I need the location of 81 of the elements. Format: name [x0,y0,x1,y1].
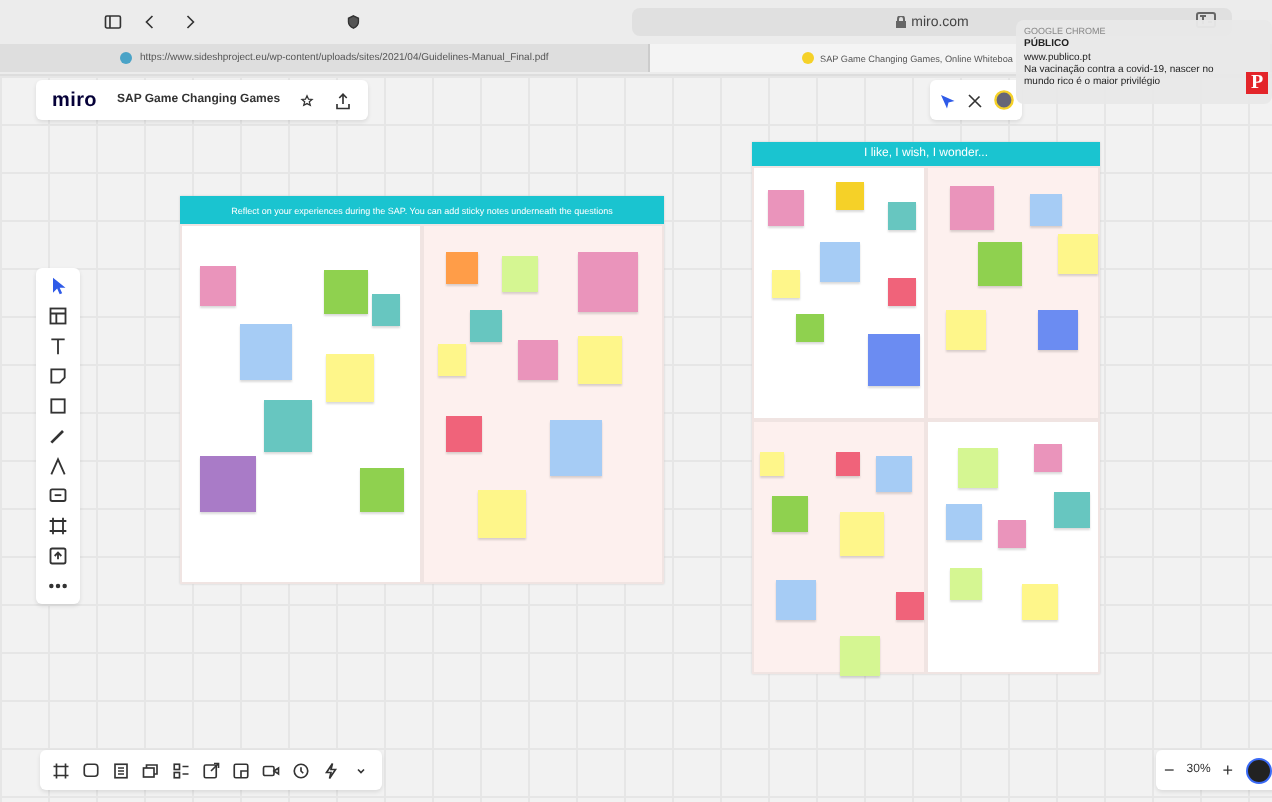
sticky-note[interactable] [772,270,800,298]
shape-icon[interactable] [48,456,68,476]
sticky-note[interactable] [446,252,478,284]
sticky-note[interactable] [200,266,236,306]
sticky-note[interactable] [1022,584,1058,620]
sticky-note[interactable] [776,580,816,620]
share-icon[interactable] [202,761,220,779]
video-icon[interactable] [262,761,280,779]
sticky-note[interactable] [998,520,1026,548]
upload-icon[interactable] [48,546,68,566]
sticky-note[interactable] [438,344,466,376]
sticky-note-icon[interactable] [48,366,68,386]
miro-logo[interactable]: miro [52,89,97,111]
avatar-icon[interactable] [994,90,1014,110]
template-icon[interactable] [48,306,68,326]
sticky-note[interactable] [478,490,526,538]
star-icon[interactable] [300,93,315,107]
sticky-note[interactable] [836,452,860,476]
sticky-note[interactable] [946,310,986,350]
cursor-icon[interactable] [48,276,68,296]
sticky-note[interactable] [950,186,994,230]
sticky-note[interactable] [888,202,916,230]
sticky-note[interactable] [796,314,824,342]
sticky-note[interactable] [820,242,860,282]
sticky-note[interactable] [578,252,638,312]
sticky-note[interactable] [240,324,292,380]
sticky-note[interactable] [518,340,558,380]
sticky-note[interactable] [470,310,502,342]
sticky-note[interactable] [836,182,864,210]
comment-icon[interactable] [48,486,68,506]
shield-icon[interactable] [345,12,360,32]
sticky-note[interactable] [1030,194,1062,226]
sticky-note[interactable] [768,190,804,226]
grid-icon[interactable] [172,761,190,779]
sticky-note[interactable] [1038,310,1078,350]
sticky-note[interactable] [326,354,374,402]
timer-icon[interactable] [292,761,310,779]
document-icon[interactable] [112,761,130,779]
frame-icon[interactable] [52,761,70,779]
lightning-icon[interactable] [322,761,340,779]
sticky-note[interactable] [876,456,912,492]
sticky-note[interactable] [760,452,784,476]
sticky-note[interactable] [772,496,808,532]
sticky-note[interactable] [360,468,404,512]
cards-icon[interactable] [142,761,160,779]
text-icon[interactable] [48,336,68,356]
zoom-in-button[interactable]: + [1222,760,1234,780]
publisher-logo: P [1246,72,1268,94]
sticky-note[interactable] [1034,444,1062,472]
globe-favicon-icon [120,52,132,64]
sticky-note[interactable] [324,270,368,314]
sticky-note[interactable] [950,568,982,600]
sticky-note[interactable] [502,256,538,292]
pen-icon[interactable] [48,426,68,446]
sticky-note[interactable] [958,448,998,488]
sticky-note[interactable] [200,456,256,512]
sticky-note[interactable] [840,512,884,556]
sidebar-icon[interactable] [104,10,122,34]
sticky-note[interactable] [840,636,880,676]
lock-icon [895,16,906,28]
sticky-note[interactable] [446,416,482,452]
note-icon[interactable] [232,761,250,779]
sticky-note[interactable] [888,278,916,306]
sticky-note[interactable] [1058,234,1098,274]
user-avatar-icon[interactable] [1245,757,1272,783]
sticky-note[interactable] [946,504,982,540]
comment-icon[interactable] [82,761,100,779]
sticky-note[interactable] [550,420,602,476]
sticky-note[interactable] [264,400,312,452]
sticky-note[interactable] [868,334,920,386]
frame-icon[interactable] [48,516,68,536]
rectangle-icon[interactable] [48,396,68,416]
sticky-note[interactable] [372,294,400,326]
sticky-note[interactable] [896,592,924,620]
sticky-favicon-icon [802,52,814,64]
cursor-icon[interactable] [938,91,956,109]
sticky-note[interactable] [1054,492,1090,528]
sticky-note[interactable] [578,336,622,384]
zoom-out-button[interactable]: − [1164,760,1175,780]
sticky-note[interactable] [978,242,1022,286]
upload-icon[interactable] [334,91,353,109]
